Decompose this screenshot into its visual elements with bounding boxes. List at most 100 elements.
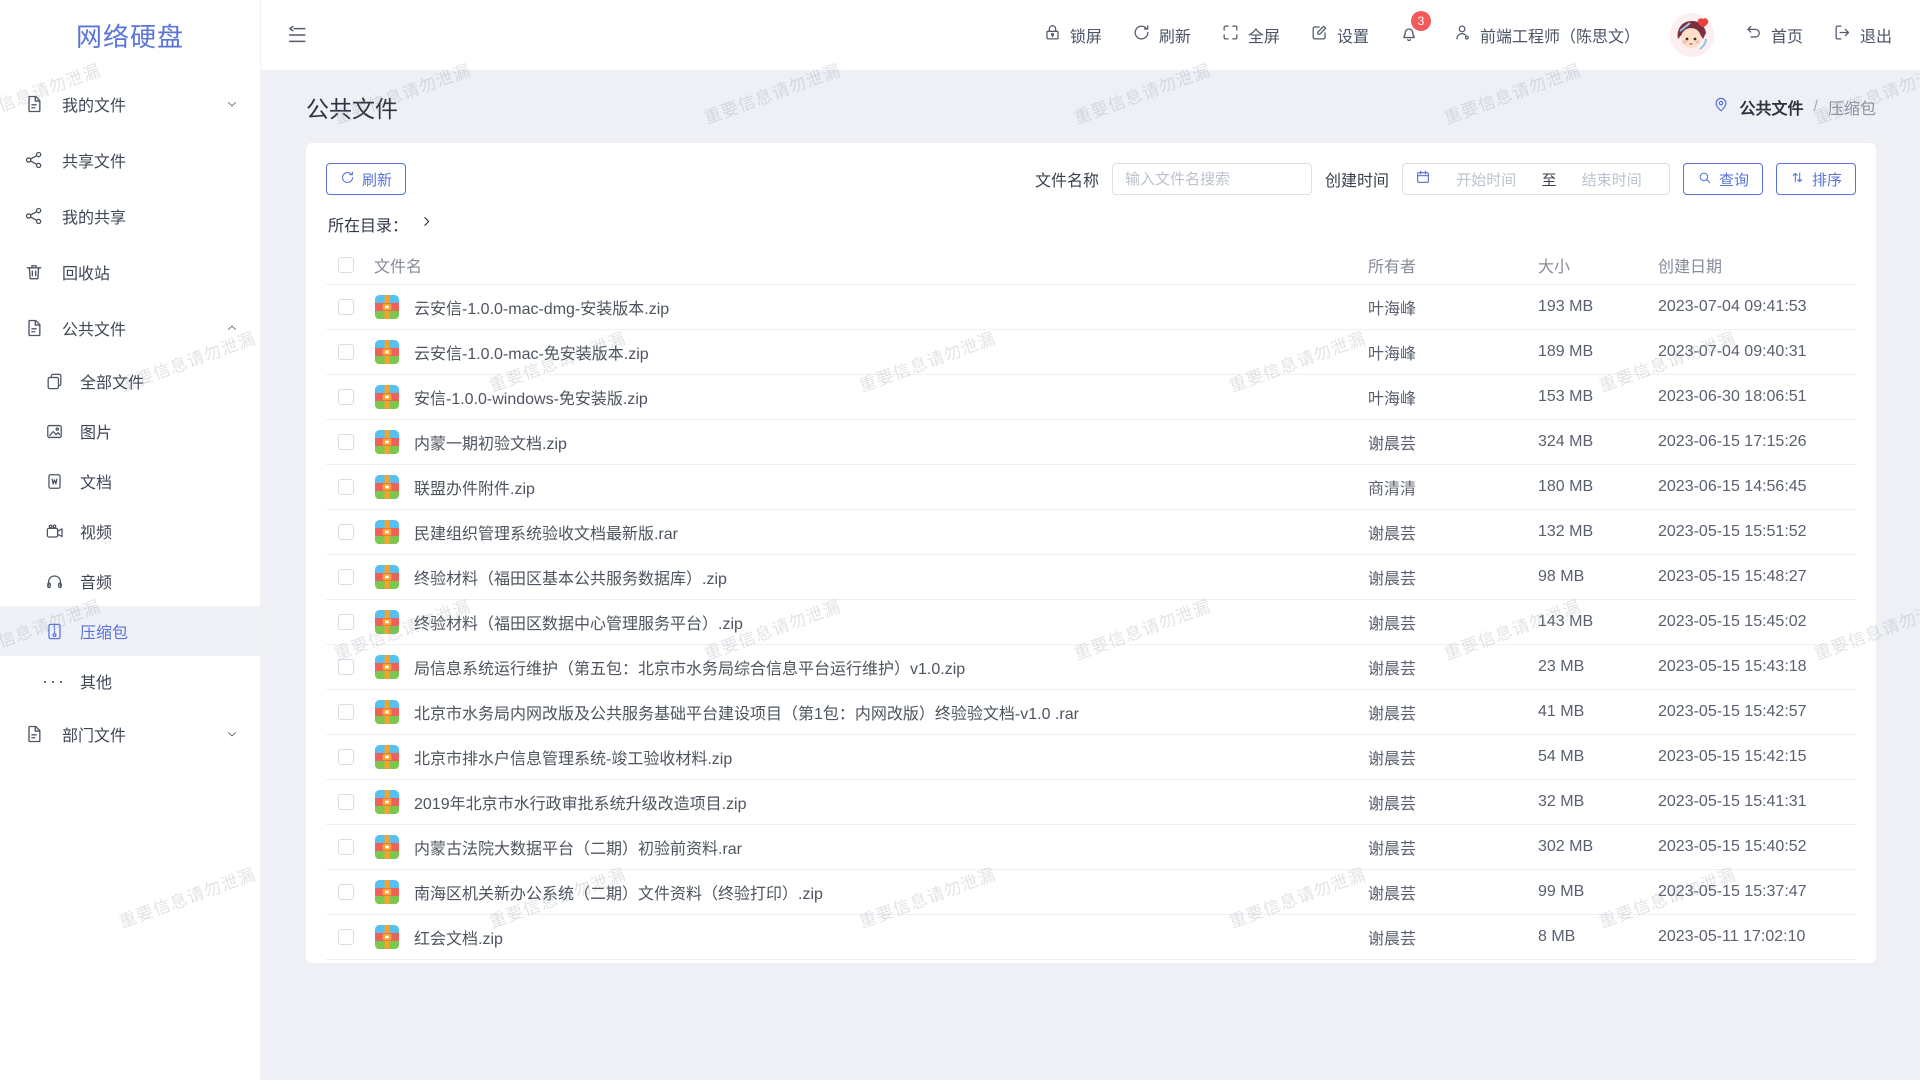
row-checkbox[interactable]: [338, 749, 354, 765]
file-name[interactable]: 云安信-1.0.0-mac-免安装版本.zip: [414, 340, 1368, 364]
menu-fold-icon[interactable]: [286, 24, 308, 46]
chevron-right-icon[interactable]: [420, 215, 433, 233]
row-checkbox-cell: [326, 839, 374, 855]
file-icon: [24, 94, 44, 114]
file-name[interactable]: 局信息系统运行维护（第五包：北京市水务局综合信息平台运行维护）v1.0.zip: [414, 655, 1368, 679]
table-row[interactable]: 云安信-1.0.0-mac-dmg-安装版本.zip 叶海峰 193 MB 20…: [326, 285, 1856, 330]
table-row[interactable]: 终验材料（福田区数据中心管理服务平台）.zip 谢晨芸 143 MB 2023-…: [326, 600, 1856, 645]
row-checkbox[interactable]: [338, 929, 354, 945]
table-row[interactable]: 2019年北京市水行政审批系统升级改造项目.zip 谢晨芸 32 MB 2023…: [326, 780, 1856, 825]
notifications-button[interactable]: 3: [1399, 23, 1419, 48]
filename-search-input[interactable]: [1112, 163, 1312, 195]
row-checkbox[interactable]: [338, 479, 354, 495]
row-checkbox[interactable]: [338, 569, 354, 585]
logout-icon: [1833, 23, 1852, 47]
file-name[interactable]: 终验材料（福田区基本公共服务数据库）.zip: [414, 565, 1368, 589]
row-checkbox[interactable]: [338, 344, 354, 360]
copy-icon: [44, 371, 64, 391]
fullscreen-button[interactable]: 全屏: [1221, 23, 1280, 47]
sidebar-item-archives[interactable]: 压缩包: [0, 606, 260, 656]
filename-filter-label: 文件名称: [1035, 167, 1099, 191]
lock-screen-button[interactable]: 锁屏: [1043, 23, 1102, 47]
file-name[interactable]: 民建组织管理系统验收文档最新版.rar: [414, 520, 1368, 544]
location-pin-icon: [1712, 95, 1730, 118]
table-row[interactable]: 南海区机关新办公系统（二期）文件资料（终验打印）.zip 谢晨芸 99 MB 2…: [326, 870, 1856, 915]
table-row[interactable]: 北京市水务局内网改版及公共服务基础平台建设项目（第1包：内网改版）终验验文档-v…: [326, 690, 1856, 735]
sidebar-item-documents[interactable]: 文档: [0, 456, 260, 506]
sort-button[interactable]: 排序: [1776, 163, 1856, 195]
breadcrumb-root[interactable]: 公共文件: [1740, 95, 1804, 119]
query-button[interactable]: 查询: [1683, 163, 1763, 195]
file-name[interactable]: 南海区机关新办公系统（二期）文件资料（终验打印）.zip: [414, 880, 1368, 904]
start-date-placeholder[interactable]: 开始时间: [1441, 169, 1532, 190]
sidebar-item-department-files[interactable]: 部门文件: [0, 706, 260, 762]
sidebar-item-public-files[interactable]: 公共文件: [0, 300, 260, 356]
sidebar: 网络硬盘 我的文件 共享文件 我的共享 回收站 公共文件: [0, 0, 261, 1080]
sidebar-item-images[interactable]: 图片: [0, 406, 260, 456]
sidebar-item-label: 文档: [80, 469, 112, 493]
refresh-list-button[interactable]: 刷新: [326, 163, 406, 195]
avatar[interactable]: [1670, 13, 1714, 57]
breadcrumb: 公共文件 / 压缩包: [1712, 95, 1876, 119]
table-row[interactable]: 联盟办件附件.zip 商清清 180 MB 2023-06-15 14:56:4…: [326, 465, 1856, 510]
created-filter-label: 创建时间: [1325, 167, 1389, 191]
end-date-placeholder[interactable]: 结束时间: [1566, 169, 1657, 190]
row-checkbox[interactable]: [338, 884, 354, 900]
file-name[interactable]: 2019年北京市水行政审批系统升级改造项目.zip: [414, 790, 1368, 814]
select-all-checkbox[interactable]: [338, 257, 354, 273]
refresh-button[interactable]: 刷新: [1132, 23, 1191, 47]
table-row[interactable]: 终验材料（福田区基本公共服务数据库）.zip 谢晨芸 98 MB 2023-05…: [326, 555, 1856, 600]
table-row[interactable]: 民建组织管理系统验收文档最新版.rar 谢晨芸 132 MB 2023-05-1…: [326, 510, 1856, 555]
row-checkbox[interactable]: [338, 794, 354, 810]
table-row[interactable]: 局信息系统运行维护（第五包：北京市水务局综合信息平台运行维护）v1.0.zip …: [326, 645, 1856, 690]
table-row[interactable]: 内蒙一期初验文档.zip 谢晨芸 324 MB 2023-06-15 17:15…: [326, 420, 1856, 465]
file-created: 2023-06-30 18:06:51: [1658, 388, 1856, 406]
table-row[interactable]: 北京市排水户信息管理系统-竣工验收材料.zip 谢晨芸 54 MB 2023-0…: [326, 735, 1856, 780]
sidebar-item-my-shares[interactable]: 我的共享: [0, 188, 260, 244]
row-checkbox[interactable]: [338, 659, 354, 675]
user-menu[interactable]: 前端工程师（陈思文）: [1453, 23, 1640, 47]
table-row[interactable]: 安信-1.0.0-windows-免安装版.zip 叶海峰 153 MB 202…: [326, 375, 1856, 420]
file-name[interactable]: 终验材料（福田区数据中心管理服务平台）.zip: [414, 610, 1368, 634]
logout-button[interactable]: 退出: [1833, 23, 1892, 47]
sidebar-item-all-files[interactable]: 全部文件: [0, 356, 260, 406]
file-name[interactable]: 内蒙古法院大数据平台（二期）初验前资料.rar: [414, 835, 1368, 859]
row-checkbox[interactable]: [338, 524, 354, 540]
file-name[interactable]: 北京市水务局内网改版及公共服务基础平台建设项目（第1包：内网改版）终验验文档-v…: [414, 700, 1368, 724]
archive-file-icon: [374, 294, 414, 320]
sidebar-item-others[interactable]: ··· 其他: [0, 656, 260, 706]
sidebar-item-shared-files[interactable]: 共享文件: [0, 132, 260, 188]
date-range-picker[interactable]: 开始时间 至 结束时间: [1402, 163, 1670, 195]
file-size: 32 MB: [1538, 793, 1658, 811]
table-row[interactable]: 内蒙古法院大数据平台（二期）初验前资料.rar 谢晨芸 302 MB 2023-…: [326, 825, 1856, 870]
current-directory: 所在目录：: [328, 211, 1856, 237]
sidebar-item-label: 图片: [80, 419, 112, 443]
file-created: 2023-05-15 15:41:31: [1658, 793, 1856, 811]
row-checkbox[interactable]: [338, 434, 354, 450]
file-name[interactable]: 红会文档.zip: [414, 925, 1368, 949]
sidebar-item-videos[interactable]: 视频: [0, 506, 260, 556]
sidebar-item-my-files[interactable]: 我的文件: [0, 76, 260, 132]
row-checkbox[interactable]: [338, 839, 354, 855]
sidebar-item-audio[interactable]: 音频: [0, 556, 260, 606]
sidebar-item-recycle-bin[interactable]: 回收站: [0, 244, 260, 300]
archive-file-icon: [374, 564, 414, 590]
row-checkbox[interactable]: [338, 614, 354, 630]
file-name[interactable]: 内蒙一期初验文档.zip: [414, 430, 1368, 454]
edit-square-icon: [1310, 23, 1329, 47]
file-created: 2023-07-04 09:40:31: [1658, 343, 1856, 361]
row-checkbox[interactable]: [338, 299, 354, 315]
file-owner: 谢晨芸: [1368, 835, 1538, 859]
file-name[interactable]: 云安信-1.0.0-mac-dmg-安装版本.zip: [414, 295, 1368, 319]
file-created: 2023-05-15 15:43:18: [1658, 658, 1856, 676]
home-button[interactable]: 首页: [1744, 23, 1803, 47]
table-row[interactable]: 云安信-1.0.0-mac-免安装版本.zip 叶海峰 189 MB 2023-…: [326, 330, 1856, 375]
file-name[interactable]: 联盟办件附件.zip: [414, 475, 1368, 499]
file-name[interactable]: 安信-1.0.0-windows-免安装版.zip: [414, 385, 1368, 409]
file-name[interactable]: 北京市排水户信息管理系统-竣工验收材料.zip: [414, 745, 1368, 769]
row-checkbox[interactable]: [338, 389, 354, 405]
settings-button[interactable]: 设置: [1310, 23, 1369, 47]
row-checkbox[interactable]: [338, 704, 354, 720]
table-row[interactable]: 红会文档.zip 谢晨芸 8 MB 2023-05-11 17:02:10: [326, 915, 1856, 960]
app-title: 网络硬盘: [0, 0, 260, 70]
